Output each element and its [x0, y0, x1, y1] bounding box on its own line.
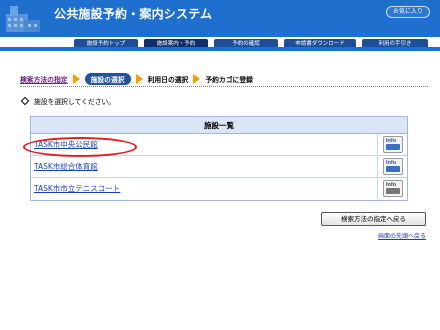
instruction-text: 施設を選択してください。	[34, 98, 116, 106]
table-row: TASK市総合体育館 Info	[31, 156, 407, 178]
app-title: 公共施設予約・案内システム	[54, 7, 213, 21]
table-row: TASK市市立テニスコート Info	[31, 178, 407, 200]
favorites-button[interactable]: お気に入り	[386, 6, 430, 18]
arrow-right-icon	[193, 74, 201, 84]
breadcrumb: 検索方法の指定 施設の選択 利用日の選択 予約カゴに登録	[20, 73, 253, 85]
breadcrumb-step-search-method[interactable]: 検索方法の指定	[20, 74, 68, 84]
breadcrumb-step-date-select: 利用日の選択	[147, 76, 189, 84]
facility-link-general-gymnasium[interactable]: TASK市総合体育館	[34, 161, 98, 172]
info-cell: Info	[377, 134, 407, 155]
diamond-bullet-icon	[20, 96, 30, 106]
info-icon[interactable]: Info	[383, 136, 403, 153]
info-icon[interactable]: Info	[383, 180, 403, 197]
info-cell: Info	[377, 178, 407, 199]
building-logo-icon	[0, 0, 55, 37]
breadcrumb-step-facility-select: 施設の選択	[84, 73, 131, 85]
arrow-right-icon	[135, 74, 143, 84]
app-header: 公共施設予約・案内システム お気に入り	[0, 0, 440, 37]
breadcrumb-step-add-to-cart: 予約カゴに登録	[205, 76, 253, 84]
back-to-top-link[interactable]: 画面の先頭へ戻る	[378, 231, 426, 240]
divider	[20, 86, 428, 87]
main-nav: 施設予約トップ 施設案内・予約 予約の確認 申請書ダウンロード 利用の手引き	[0, 37, 440, 51]
facility-table: 施設一覧 TASK市中央公民館 Info TASK市総合体育館 Info TAS…	[30, 116, 408, 201]
arrow-right-icon	[72, 74, 80, 84]
facility-table-header: 施設一覧	[31, 117, 407, 134]
info-icon[interactable]: Info	[383, 158, 403, 175]
nav-underline	[0, 47, 440, 51]
instruction-line: 施設を選択してください。	[20, 96, 115, 106]
back-to-search-method-button[interactable]: 検索方法の指定へ戻る	[321, 212, 426, 226]
info-cell: Info	[377, 156, 407, 177]
highlight-circle	[23, 137, 137, 157]
facility-link-tennis-court[interactable]: TASK市市立テニスコート	[34, 183, 120, 194]
